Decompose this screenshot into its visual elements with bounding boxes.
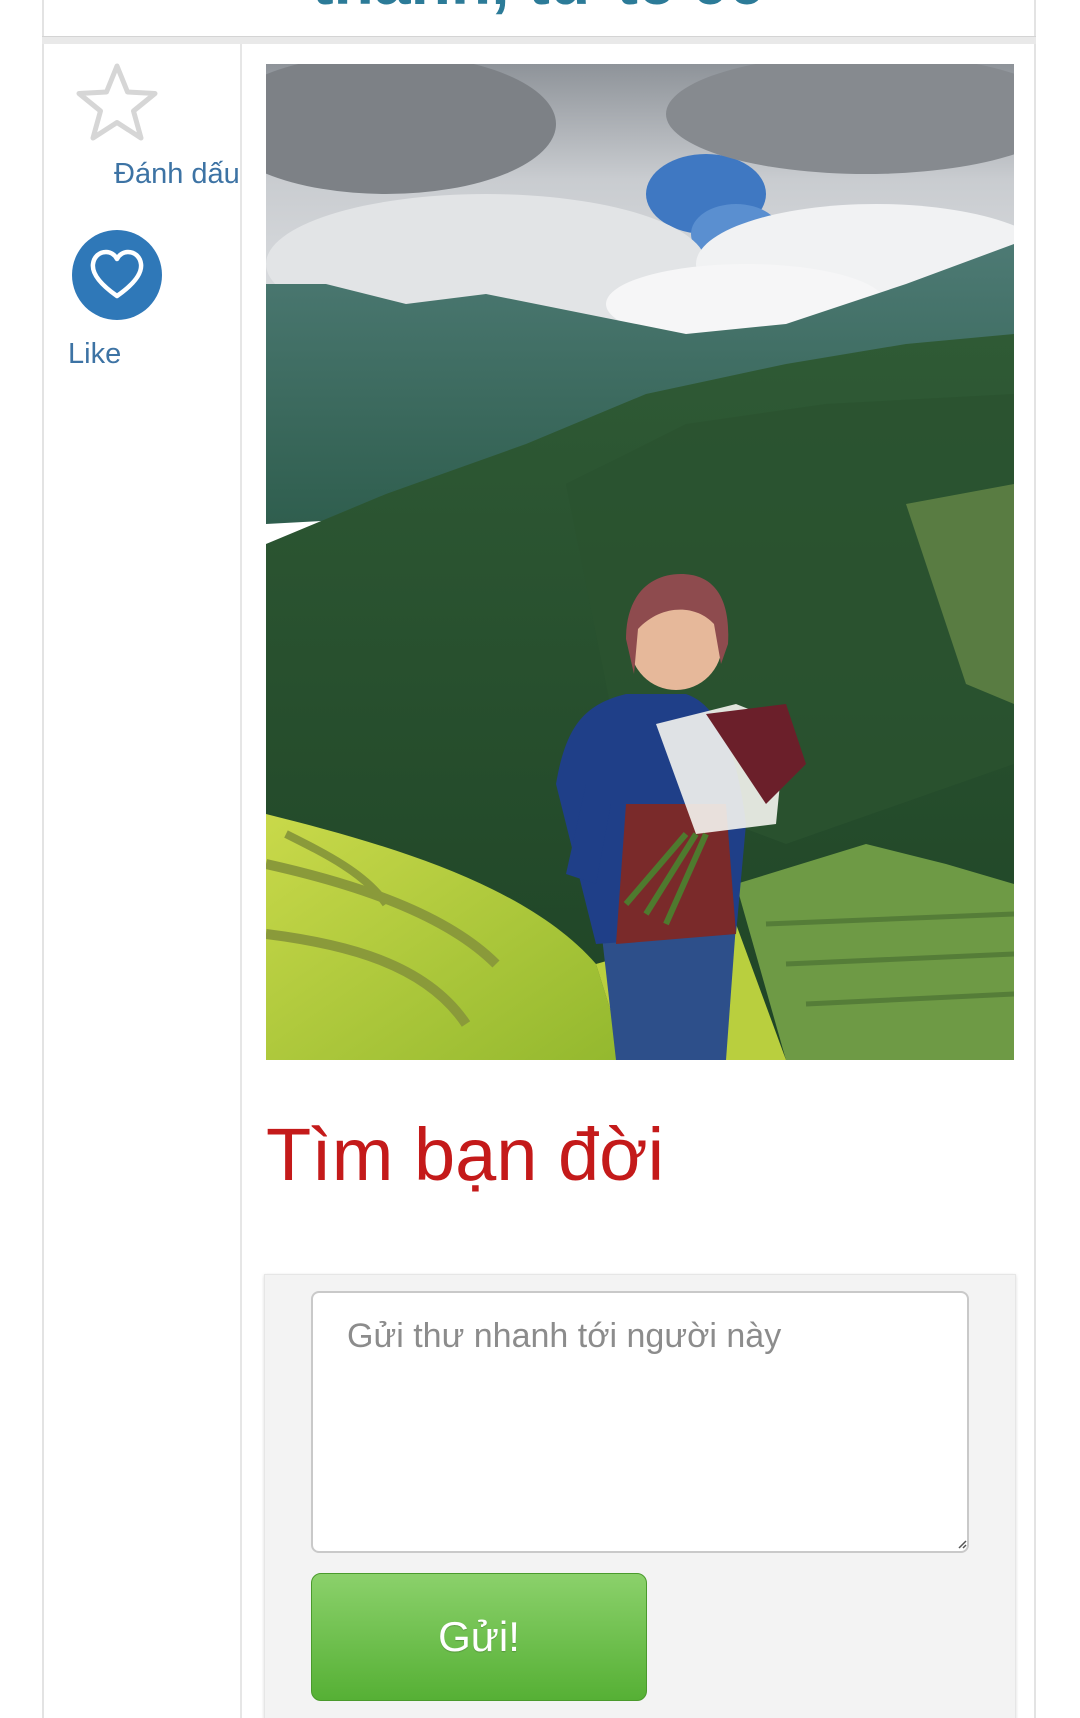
profile-photo[interactable] [266,64,1014,1060]
resize-grip-icon[interactable] [957,1539,967,1549]
heart-outline-icon [90,249,144,299]
profile-page: thanh, tử tế 99 Đánh dấu Like [0,0,1080,1718]
action-sidebar: Đánh dấu Like [44,44,242,1718]
profile-header: thanh, tử tế 99 [42,0,1036,36]
quick-message-form: Gửi! [264,1274,1016,1718]
profile-card: Đánh dấu Like Tìm bạn đời Gửi thư nhanh … [42,44,1036,1718]
send-button[interactable]: Gửi! [311,1573,647,1701]
photo-image [266,64,1014,1060]
bookmark-label: Đánh dấu [114,158,240,190]
star-outline-icon [76,63,158,141]
profile-heading: Tìm bạn đời [266,1113,665,1196]
header-divider [42,36,1036,44]
profile-content: Tìm bạn đời Gửi! [242,44,1034,1718]
like-circle [72,230,162,320]
like-label: Like [68,338,122,370]
profile-title: thanh, tử tế 99 [44,0,1034,14]
quick-message-input[interactable] [311,1291,969,1553]
